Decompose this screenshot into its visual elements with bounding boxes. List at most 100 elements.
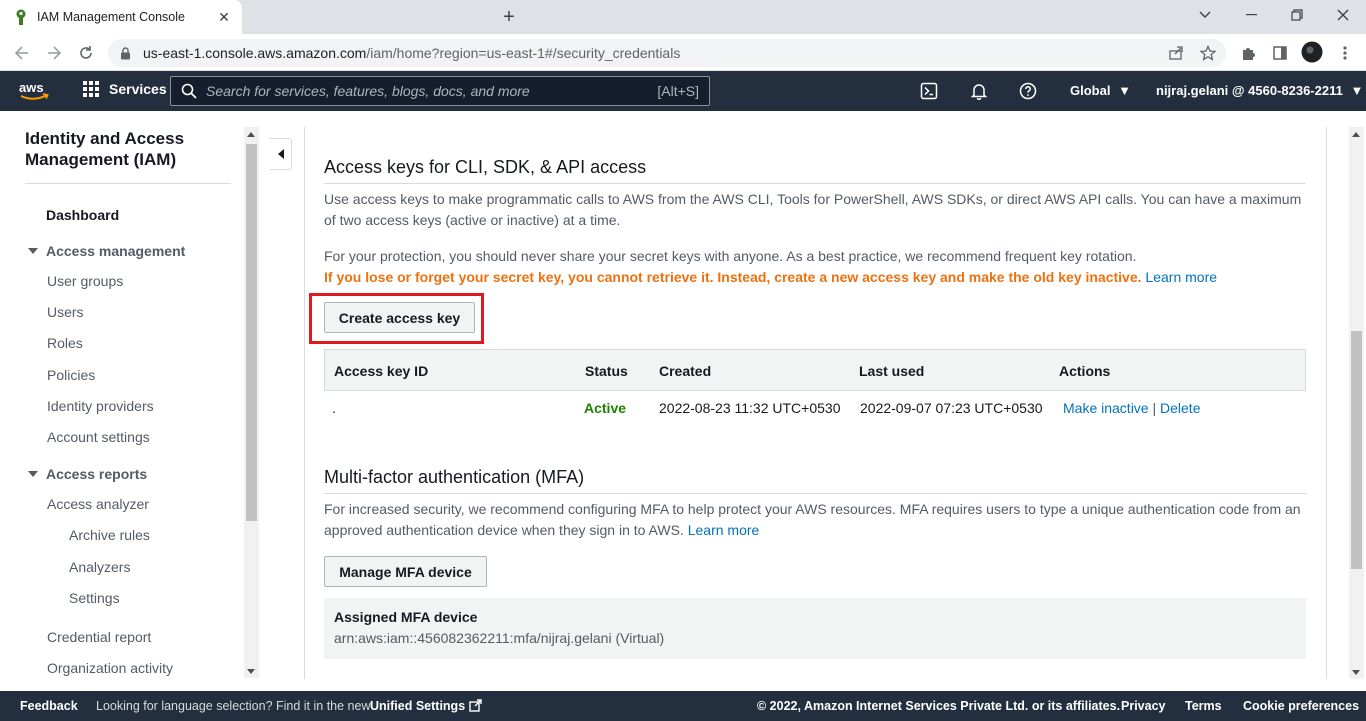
- cloudshell-icon[interactable]: [919, 81, 939, 101]
- back-arrow-icon[interactable]: [10, 41, 34, 65]
- column-header-last-used: Last used: [859, 363, 925, 379]
- extensions-icon[interactable]: [1237, 42, 1259, 64]
- section-label: Access reports: [46, 466, 148, 482]
- privacy-link[interactable]: Privacy: [1121, 699, 1165, 713]
- column-header-status: Status: [585, 363, 628, 379]
- assigned-mfa-panel: Assigned MFA device arn:aws:iam::4560823…: [324, 598, 1306, 659]
- assigned-mfa-value: arn:aws:iam::456082362211:mfa/nijraj.gel…: [334, 630, 665, 646]
- forward-arrow-icon[interactable]: [42, 41, 66, 65]
- notifications-bell-icon[interactable]: [969, 81, 989, 101]
- feedback-link[interactable]: Feedback: [20, 699, 78, 713]
- access-keys-divider: [324, 183, 1306, 184]
- mfa-divider: [324, 493, 1306, 494]
- sidebar-item-settings[interactable]: Settings: [69, 590, 120, 606]
- section-label: Access management: [46, 243, 186, 259]
- last-used-date: 2022-09-07 07:23 UTC+0530: [860, 400, 1043, 416]
- region-selector[interactable]: Global ▼: [1070, 83, 1131, 98]
- region-label: Global: [1070, 83, 1111, 98]
- sidebar-item-users[interactable]: Users: [47, 304, 84, 320]
- new-tab-icon[interactable]: +: [498, 6, 520, 28]
- url-path: /iam/home?region=us-east-1#/security_cre…: [366, 45, 681, 61]
- sidebar-item-user-groups[interactable]: User groups: [47, 273, 123, 289]
- search-shortcut: [Alt+S]: [657, 83, 699, 99]
- account-label: nijraj.gelani @ 4560-8236-2211: [1156, 83, 1343, 98]
- help-icon[interactable]: [1018, 81, 1038, 101]
- column-header-key-id: Access key ID: [334, 363, 429, 379]
- content-border-right: [1326, 127, 1327, 679]
- mfa-description: For increased security, we recommend con…: [324, 501, 1301, 538]
- sidebar-title[interactable]: Identity and Access Management (IAM): [25, 128, 235, 170]
- address-bar: us-east-1.console.aws.amazon.com/iam/hom…: [0, 34, 1366, 71]
- minimize-icon[interactable]: [1228, 0, 1274, 30]
- scroll-down-arrow-icon[interactable]: [247, 669, 255, 674]
- iam-sidebar: Identity and Access Management (IAM) Das…: [0, 111, 260, 691]
- tab-close-icon[interactable]: ✕: [214, 7, 234, 27]
- iam-favicon-icon: [14, 9, 28, 25]
- reload-icon[interactable]: [74, 41, 98, 65]
- manage-mfa-device-button[interactable]: Manage MFA device: [324, 556, 487, 587]
- sidebar-section-access-management[interactable]: Access management: [28, 243, 185, 259]
- url-text: us-east-1.console.aws.amazon.com/iam/hom…: [143, 45, 680, 61]
- cookie-preferences-link[interactable]: Cookie preferences: [1243, 699, 1359, 713]
- mfa-heading: Multi-factor authentication (MFA): [324, 467, 585, 487]
- terms-link[interactable]: Terms: [1185, 699, 1222, 713]
- make-inactive-link[interactable]: Make inactive: [1063, 400, 1149, 416]
- action-separator: |: [1152, 400, 1157, 416]
- column-header-created: Created: [659, 363, 712, 379]
- services-label: Services: [109, 81, 167, 97]
- main-scrollbar[interactable]: [1349, 127, 1364, 679]
- access-keys-table-header: Access key ID Status Created Last used A…: [324, 349, 1306, 391]
- collapse-sidebar-button[interactable]: [270, 138, 292, 170]
- sidebar-item-account-settings[interactable]: Account settings: [47, 429, 150, 445]
- window-close-icon[interactable]: [1320, 0, 1366, 30]
- caret-down-icon: [28, 248, 38, 254]
- restore-icon[interactable]: [1274, 0, 1320, 30]
- sidebar-item-roles[interactable]: Roles: [47, 335, 83, 351]
- sidebar-item-policies[interactable]: Policies: [47, 367, 95, 383]
- tab-title: IAM Management Console: [37, 10, 185, 24]
- account-caret-icon: ▼: [1350, 83, 1364, 98]
- sidebar-item-analyzers[interactable]: Analyzers: [69, 559, 130, 575]
- unified-settings-label: Unified Settings: [370, 699, 466, 713]
- mfa-learn-more-link[interactable]: Learn more: [688, 522, 760, 538]
- sidebar-item-archive-rules[interactable]: Archive rules: [69, 527, 150, 543]
- sidebar-scrollbar[interactable]: [244, 127, 259, 678]
- sidebar-item-dashboard[interactable]: Dashboard: [46, 207, 119, 223]
- sidebar-item-identity-providers[interactable]: Identity providers: [47, 398, 154, 414]
- scroll-up-arrow-icon[interactable]: [1352, 132, 1360, 137]
- aws-logo-icon[interactable]: aws: [18, 80, 50, 105]
- sidebar-item-credential-report[interactable]: Credential report: [47, 629, 151, 645]
- scroll-down-arrow-icon[interactable]: [1352, 670, 1360, 675]
- unified-settings-link[interactable]: Unified Settings: [370, 699, 482, 713]
- sidebar-scroll-thumb[interactable]: [246, 144, 257, 521]
- browser-tab[interactable]: IAM Management Console ✕: [0, 0, 242, 34]
- main-scroll-thumb[interactable]: [1351, 331, 1362, 569]
- sidebar-section-access-reports[interactable]: Access reports: [28, 466, 147, 482]
- caret-down-icon: [28, 471, 38, 477]
- delete-link[interactable]: Delete: [1160, 400, 1200, 416]
- aws-top-nav: aws Services Search for services, featur…: [0, 71, 1366, 111]
- secret-key-warning: If you lose or forget your secret key, y…: [324, 269, 1142, 285]
- browser-tab-bar: IAM Management Console ✕ +: [0, 0, 1366, 34]
- bookmark-star-icon[interactable]: [1197, 42, 1219, 64]
- services-grid-icon: [83, 81, 99, 97]
- external-link-icon: [468, 699, 482, 713]
- sidebar-item-access-analyzer[interactable]: Access analyzer: [47, 496, 149, 512]
- created-date: 2022-08-23 11:32 UTC+0530: [659, 400, 841, 416]
- chrome-menu-icon[interactable]: [1334, 42, 1356, 64]
- protection-text: For your protection, you should never sh…: [324, 248, 1137, 264]
- sidebar-item-organization-activity[interactable]: Organization activity: [47, 660, 173, 676]
- profile-avatar[interactable]: [1301, 41, 1323, 63]
- share-icon[interactable]: [1165, 42, 1187, 64]
- aws-search-input[interactable]: Search for services, features, blogs, do…: [170, 76, 710, 106]
- url-field[interactable]: us-east-1.console.aws.amazon.com/iam/hom…: [108, 39, 1226, 67]
- services-menu-button[interactable]: Services: [83, 81, 167, 97]
- side-panel-icon[interactable]: [1269, 42, 1291, 64]
- account-menu[interactable]: nijraj.gelani @ 4560-8236-2211 ▼: [1156, 83, 1363, 98]
- tab-search-icon[interactable]: [1182, 0, 1228, 30]
- learn-more-link[interactable]: Learn more: [1145, 269, 1217, 285]
- scroll-up-arrow-icon[interactable]: [247, 132, 255, 137]
- column-header-actions: Actions: [1059, 363, 1111, 379]
- console-footer: Feedback Looking for language selection?…: [0, 691, 1366, 721]
- lock-icon[interactable]: [120, 46, 131, 60]
